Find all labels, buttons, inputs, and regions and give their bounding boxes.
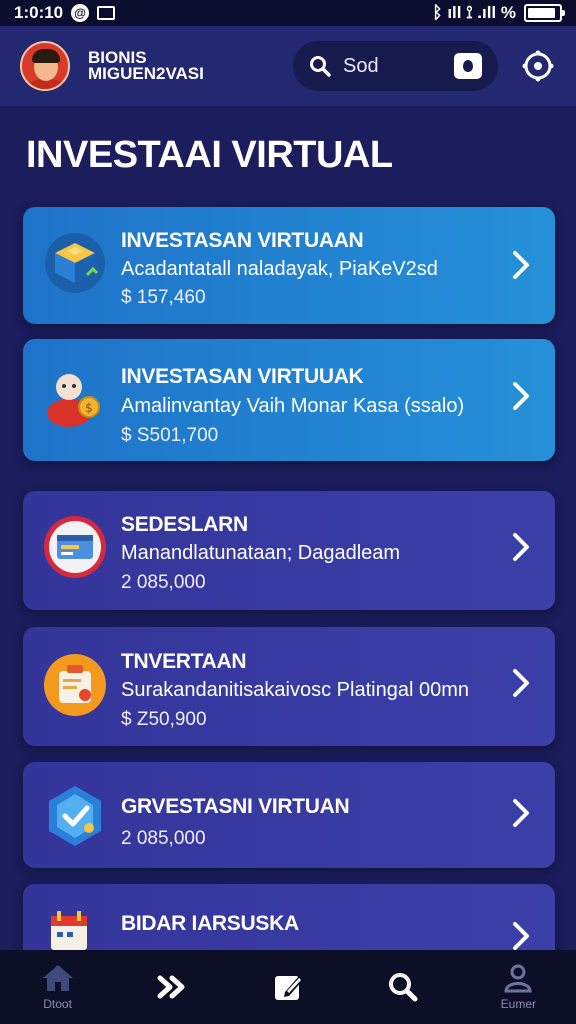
nav-label: Eumer [500,997,537,1011]
status-time: 1:0:10 [14,3,64,22]
card-subtitle: Manandlatunataan; Dagadleam [121,542,401,564]
home-icon [42,965,73,991]
battery-icon [524,4,565,22]
card-subtitle: Acadantatall naladayak, PiaKeV2sd [121,258,438,280]
chevron-right-icon[interactable] [511,667,531,699]
app-title-line2: MIGUEN2VASI [88,64,204,83]
image-notification-icon [97,6,116,20]
investment-card-5[interactable]: GRVESTASNI VIRTUAN 2 085,000 [23,762,555,868]
card-title: GRVESTASNI VIRTUAN [121,795,350,818]
card-title: INVESTASAN VIRTUAAN [121,229,364,252]
cube-icon [45,233,105,293]
card-amount: $ 157,460 [121,287,206,308]
card-amount: 2 085,000 [121,572,206,593]
chevron-right-icon[interactable] [511,380,531,412]
card-title: SEDESLARN [121,513,248,536]
person-coin-icon: $ [47,374,100,427]
card-title: TNVERTAAN [121,650,247,673]
chevron-right-icon[interactable] [511,920,531,952]
nav-item-profile[interactable]: Eumer [468,950,568,1024]
chevron-right-icon[interactable] [511,249,531,281]
search-bar[interactable]: Sod [293,41,498,91]
calendar-icon [51,911,87,950]
edit-icon [274,976,303,1000]
nav-label: Dtoot [43,997,72,1011]
status-bar: 1:0:10 @ ᛒ ıll ⟟ .ıll % [0,0,576,26]
card-title: INVESTASAN VIRTUUAK [121,365,364,388]
search-icon [389,973,418,1002]
nav-item-search[interactable] [353,950,453,1024]
chevron-right-icon[interactable] [511,531,531,563]
nav-item-home[interactable]: Dtoot [8,950,108,1024]
camera-icon[interactable] [454,53,482,79]
notification-badge: @ [71,4,90,22]
investment-card-2[interactable]: $ INVESTASAN VIRTUUAK Amalinvantay Vaih … [23,339,555,461]
search-icon[interactable] [309,55,331,77]
card-amount: $ S501,700 [121,425,219,446]
card-subtitle: Surakandanitisakaivosc Platingal 00mn [121,679,469,701]
investment-card-4[interactable]: TNVERTAAN Surakandanitisakaivosc Plating… [23,627,555,746]
status-indicators: ᛒ ıll ⟟ .ıll % [432,3,516,22]
forward-icon [157,975,185,999]
page-title: INVESTAAI VIRTUAL [26,134,393,176]
avatar[interactable] [20,41,70,91]
search-input[interactable]: Sod [343,55,379,78]
chevron-right-icon[interactable] [511,797,531,829]
investment-card-3[interactable]: SEDESLARN Manandlatunataan; Dagadleam 2 … [23,491,555,610]
shield-check-icon [49,786,101,846]
card-title: BIDAR IARSUSKA [121,912,299,935]
card-subtitle: Amalinvantay Vaih Monar Kasa (ssalo) [121,395,465,417]
investment-card-1[interactable]: INVESTASAN VIRTUAAN Acadantatall naladay… [23,207,555,324]
settings-icon[interactable] [520,48,556,84]
nav-item-edit[interactable] [238,950,338,1024]
svg-text:$: $ [85,401,93,415]
briefcase-icon [44,654,106,716]
card-icon [44,516,106,578]
card-amount: $ Z50,900 [121,709,207,730]
nav-item-forward[interactable] [123,950,223,1024]
app-title: BIONIS MIGUEN2VASI [88,49,218,83]
app-header: BIONIS MIGUEN2VASI Sod [0,26,576,106]
bottom-navigation: Dtoot Eumer [0,950,576,1024]
profile-icon [504,964,532,993]
card-amount: 2 085,000 [121,828,206,849]
